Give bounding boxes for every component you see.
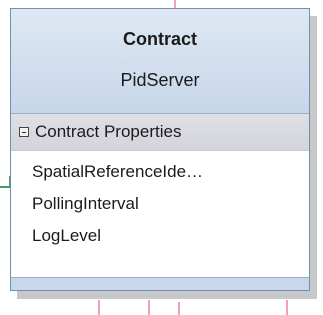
shape-stereotype: Contract bbox=[122, 29, 197, 49]
property-item[interactable]: SpatialReferenceIde… bbox=[11, 156, 309, 188]
connector-line bbox=[178, 302, 180, 315]
minus-box-icon[interactable] bbox=[19, 127, 29, 137]
property-item[interactable]: LogLevel bbox=[11, 220, 309, 252]
connector-line bbox=[98, 300, 100, 315]
connector-line bbox=[174, 0, 176, 8]
contract-shape[interactable]: Contract PidServer Contract Properties S… bbox=[10, 8, 310, 291]
shape-name[interactable]: PidServer bbox=[11, 70, 309, 91]
connector-line bbox=[148, 300, 150, 315]
shape-footer bbox=[11, 277, 309, 290]
shape-header[interactable]: Contract PidServer bbox=[11, 9, 309, 113]
compartment-title: Contract Properties bbox=[35, 122, 182, 141]
connector-line bbox=[286, 300, 288, 315]
compartment-header[interactable]: Contract Properties bbox=[11, 113, 309, 151]
property-list: SpatialReferenceIde… PollingInterval Log… bbox=[11, 151, 309, 252]
property-item[interactable]: PollingInterval bbox=[11, 188, 309, 220]
